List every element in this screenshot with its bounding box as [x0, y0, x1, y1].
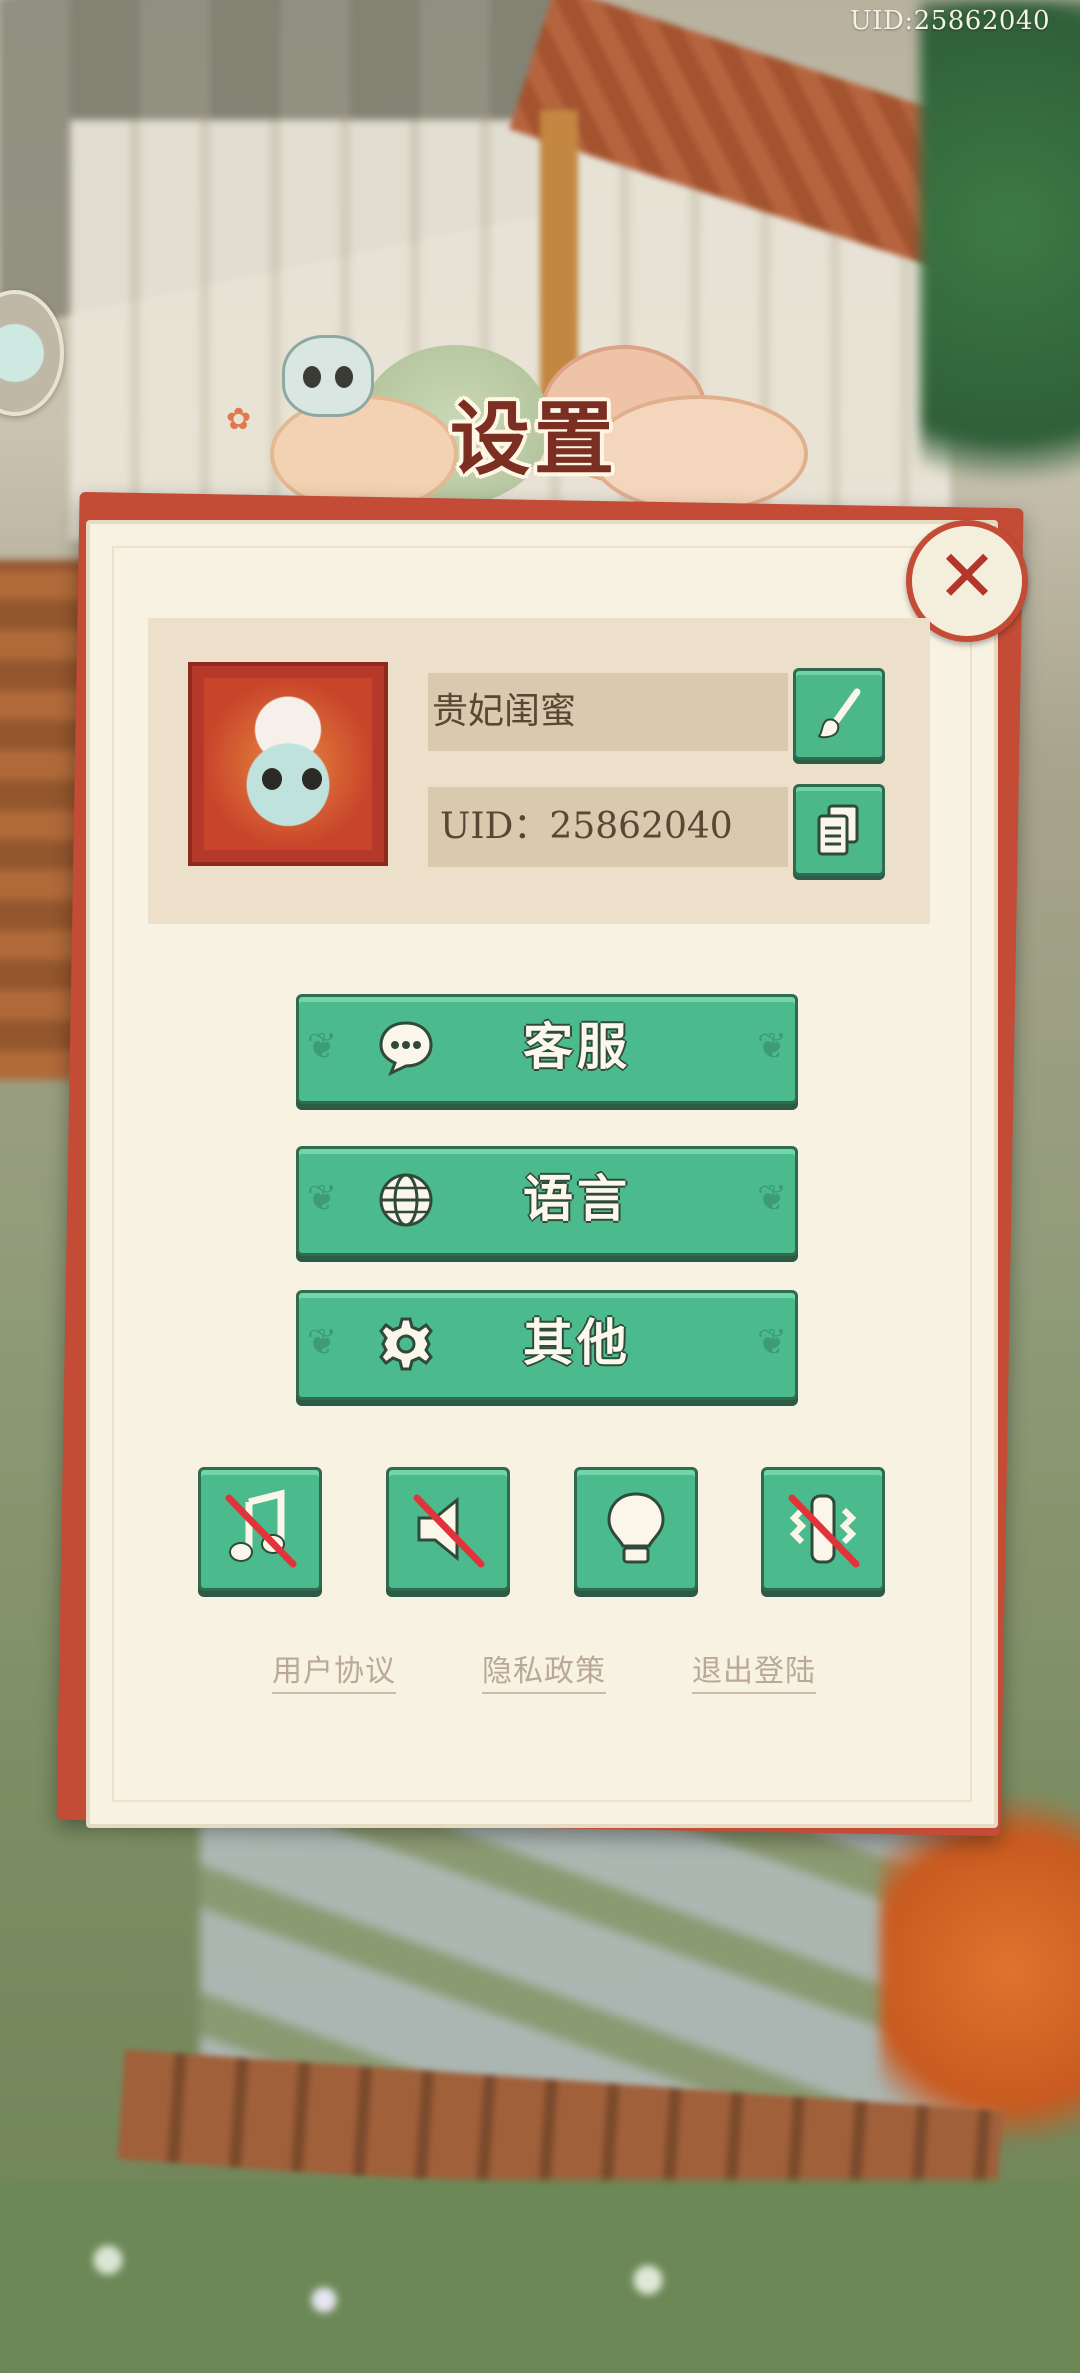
customer-service-label: 客服 — [523, 1017, 631, 1076]
avatar-image — [204, 678, 372, 850]
bg-tree — [920, 0, 1080, 560]
cloud-decoration — [590, 395, 808, 513]
privacy-policy-link[interactable]: 隐私政策 — [482, 1646, 606, 1694]
other-settings-button[interactable]: ❦ ❦ 其他 — [296, 1290, 798, 1400]
music-note-icon — [225, 1489, 297, 1568]
flower-icon: ✿ — [226, 402, 252, 437]
vibration-icon — [788, 1494, 860, 1568]
copy-icon — [817, 804, 859, 856]
language-label: 语言 — [523, 1169, 631, 1228]
customer-service-button[interactable]: ❦ ❦ 客服 — [296, 994, 798, 1104]
user-agreement-link[interactable]: 用户协议 — [272, 1646, 396, 1694]
player-name-field: 贵妃闺蜜 — [428, 673, 788, 751]
light-toggle[interactable] — [574, 1467, 698, 1591]
top-uid-label: UID:25862040 — [849, 6, 1050, 36]
other-settings-label: 其他 — [523, 1313, 631, 1372]
edit-name-button[interactable] — [793, 668, 885, 760]
bg-flower-bed — [0, 2180, 1080, 2373]
copy-uid-button[interactable] — [793, 784, 885, 876]
dialog-title: 设置 — [450, 392, 618, 486]
language-button[interactable]: ❦ ❦ 语言 — [296, 1146, 798, 1256]
logout-link[interactable]: 退出登陆 — [692, 1646, 816, 1694]
player-uid-field: UID：25862040 — [428, 787, 788, 867]
lightbulb-icon — [607, 1492, 665, 1564]
speaker-icon — [413, 1494, 485, 1568]
vibration-toggle[interactable] — [761, 1467, 885, 1591]
music-toggle[interactable] — [198, 1467, 322, 1591]
dialog-title-banner: ✿ 设置 — [226, 325, 810, 513]
avatar-eye — [302, 768, 322, 790]
avatar-eye — [262, 768, 282, 790]
brush-icon — [817, 688, 861, 739]
sound-toggle[interactable] — [386, 1467, 510, 1591]
player-avatar[interactable] — [188, 662, 388, 866]
cat-mascot-icon — [282, 335, 374, 417]
profile-card: 贵妃闺蜜 UID：25862040 — [148, 618, 930, 924]
